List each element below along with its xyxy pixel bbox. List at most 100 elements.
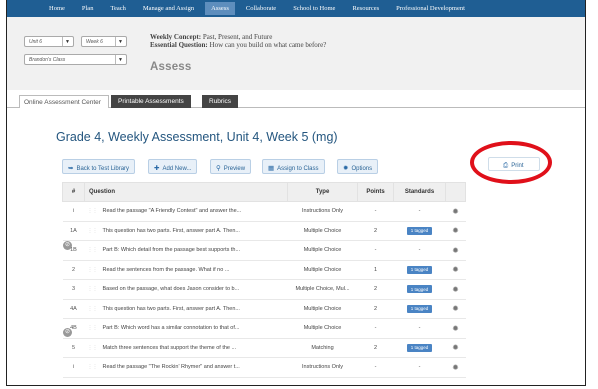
class-select[interactable]: Brandon's Class ▼ bbox=[24, 54, 127, 65]
table-row[interactable]: 1B ⋮⋮ Part B: Which detail from the passag… bbox=[62, 240, 466, 261]
row-gear-icon[interactable]: ✹ bbox=[445, 260, 466, 280]
row-gear-icon[interactable]: ✹ bbox=[445, 279, 466, 300]
standards-cell[interactable]: 1 tagged bbox=[393, 279, 446, 300]
standards-cell: - bbox=[393, 201, 446, 222]
question-points: 2 bbox=[357, 279, 394, 300]
nav-plan[interactable]: Plan bbox=[82, 5, 94, 12]
assign-to-class-button[interactable]: ▦ Assign to Class bbox=[262, 159, 325, 174]
standards-tag[interactable]: 1 tagged bbox=[406, 343, 433, 352]
table-row[interactable]: 2 ⋮⋮ Read the sentences from the passage. … bbox=[62, 260, 466, 280]
nav-collaborate[interactable]: Collaborate bbox=[246, 5, 276, 12]
drag-handle-icon[interactable]: ⋮⋮ bbox=[88, 364, 98, 370]
nav-assess[interactable]: Assess bbox=[205, 2, 235, 15]
question-number: 5 bbox=[62, 338, 85, 358]
tab-rubrics[interactable]: Rubrics bbox=[202, 95, 239, 108]
table-row[interactable]: i ⋮⋮ Read the passage "The Rockin' Rhymer"… bbox=[62, 357, 466, 378]
question-type: Matching bbox=[287, 338, 358, 358]
nav-school-to-home[interactable]: School to Home bbox=[293, 5, 335, 12]
app-frame: Home Plan Teach Manage and Assign Assess… bbox=[6, 0, 586, 386]
column-header-actions bbox=[445, 182, 466, 202]
question-cell[interactable]: ⋮⋮ This question has two parts. First, an… bbox=[84, 221, 288, 241]
tab-bar: Online Assessment Center Printable Asses… bbox=[7, 90, 585, 109]
table-row[interactable]: 1A ⋮⋮ This question has two parts. First, … bbox=[62, 221, 466, 241]
question-text: Read the sentences from the passage. Wha… bbox=[102, 266, 230, 273]
week-select-value: Week 6 bbox=[86, 39, 103, 45]
link-icon[interactable]: ⊘ bbox=[63, 328, 72, 337]
row-gear-icon[interactable]: ✹ bbox=[445, 201, 466, 222]
weekly-concept-block: Weekly Concept: Past, Present, and Futur… bbox=[150, 33, 326, 49]
table-row[interactable]: i ⋮⋮ Read the passage "A Friendly Contest"… bbox=[62, 201, 466, 222]
row-gear-icon[interactable]: ✹ bbox=[445, 357, 466, 378]
question-cell[interactable]: ⋮⋮ This question has two parts. First, an… bbox=[84, 299, 288, 319]
row-gear-icon[interactable]: ✹ bbox=[445, 221, 466, 241]
standards-tag[interactable]: 1 tagged bbox=[406, 265, 433, 274]
standards-cell[interactable]: 1 tagged bbox=[393, 338, 446, 358]
concept-label: Weekly Concept: bbox=[150, 33, 202, 41]
question-cell[interactable]: ⋮⋮ Match three sentences that support the… bbox=[84, 338, 288, 358]
tab-printable-assessments[interactable]: Printable Assessments bbox=[111, 95, 191, 108]
column-header-question: Question bbox=[84, 182, 288, 202]
question-points: - bbox=[357, 318, 394, 339]
nav-resources[interactable]: Resources bbox=[352, 5, 379, 12]
question-points: - bbox=[357, 201, 394, 222]
standards-tag[interactable]: 1 tagged bbox=[406, 226, 433, 235]
printer-icon: ⎙ bbox=[503, 162, 509, 169]
chevron-down-icon: ▼ bbox=[118, 39, 123, 45]
question-cell[interactable]: ⋮⋮ Read the sentences from the passage. W… bbox=[84, 260, 288, 280]
row-gear-icon[interactable]: ✹ bbox=[445, 338, 466, 358]
gear-icon: ✹ bbox=[343, 165, 349, 172]
table-header-row: # Question Type Points Standards bbox=[62, 182, 466, 202]
question-points: - bbox=[357, 357, 394, 378]
print-button[interactable]: ⎙ Print bbox=[488, 157, 540, 171]
standards-cell[interactable]: 1 tagged bbox=[393, 260, 446, 280]
options-button[interactable]: ✹ Options bbox=[337, 159, 379, 174]
table-row[interactable]: 5 ⋮⋮ Match three sentences that support th… bbox=[62, 338, 466, 358]
question-text: Read the passage "The Rockin' Rhymer" an… bbox=[102, 364, 240, 371]
question-text: Based on the passage, what does Jason co… bbox=[102, 286, 240, 293]
unit-select-value: Unit 6 bbox=[29, 39, 43, 45]
chevron-down-icon: ▼ bbox=[118, 57, 123, 63]
nav-manage-and-assign[interactable]: Manage and Assign bbox=[143, 5, 194, 12]
question-cell[interactable]: ⋮⋮ Read the passage "A Friendly Contest" … bbox=[84, 201, 288, 222]
question-points: 1 bbox=[357, 260, 394, 280]
question-cell[interactable]: ⋮⋮ Based on the passage, what does Jason … bbox=[84, 279, 288, 300]
row-gear-icon[interactable]: ✹ bbox=[445, 318, 466, 339]
week-select[interactable]: Week 6 ▼ bbox=[81, 36, 127, 47]
drag-handle-icon[interactable]: ⋮⋮ bbox=[88, 267, 98, 273]
question-cell[interactable]: ⋮⋮ Part B: Which detail from the passage … bbox=[84, 240, 288, 261]
unit-select[interactable]: Unit 6 ▼ bbox=[24, 36, 74, 47]
standards-cell[interactable]: 1 tagged bbox=[393, 221, 446, 241]
drag-handle-icon[interactable]: ⋮⋮ bbox=[88, 208, 98, 214]
standards-tag[interactable]: 1 tagged bbox=[406, 304, 433, 313]
row-gear-icon[interactable]: ✹ bbox=[445, 240, 466, 261]
table-row[interactable]: 4A ⋮⋮ This question has two parts. First, … bbox=[62, 299, 466, 319]
question-type: Multiple Choice bbox=[287, 221, 358, 241]
drag-handle-icon[interactable]: ⋮⋮ bbox=[88, 325, 98, 331]
question-type: Multiple Choice bbox=[287, 240, 358, 261]
back-button-label: Back to Test Library bbox=[76, 166, 130, 172]
preview-button[interactable]: ⚲ Preview bbox=[210, 159, 252, 174]
question-cell[interactable]: ⋮⋮ Part B: Which word has a similar conno… bbox=[84, 318, 288, 339]
table-row[interactable]: 3 ⋮⋮ Based on the passage, what does Jason… bbox=[62, 279, 466, 300]
chevron-down-icon: ▼ bbox=[65, 39, 70, 45]
assign-button-label: Assign to Class bbox=[277, 166, 319, 172]
table-row[interactable]: 4B ⋮⋮ Part B: Which word has a similar con… bbox=[62, 318, 466, 339]
standards-cell[interactable]: 1 tagged bbox=[393, 299, 446, 319]
drag-handle-icon[interactable]: ⋮⋮ bbox=[88, 247, 98, 253]
link-icon[interactable]: ⊘ bbox=[63, 241, 72, 250]
tab-online-assessment-center[interactable]: Online Assessment Center bbox=[19, 95, 109, 109]
drag-handle-icon[interactable]: ⋮⋮ bbox=[88, 345, 98, 351]
drag-handle-icon[interactable]: ⋮⋮ bbox=[88, 306, 98, 312]
standards-tag[interactable]: 1 tagged bbox=[406, 285, 433, 294]
row-gear-icon[interactable]: ✹ bbox=[445, 299, 466, 319]
drag-handle-icon[interactable]: ⋮⋮ bbox=[88, 228, 98, 234]
nav-home[interactable]: Home bbox=[49, 5, 65, 12]
nav-professional-development[interactable]: Professional Development bbox=[396, 5, 465, 12]
drag-handle-icon[interactable]: ⋮⋮ bbox=[88, 286, 98, 292]
back-to-test-library-button[interactable]: ➥ Back to Test Library bbox=[62, 159, 136, 174]
select-divider bbox=[115, 55, 116, 64]
question-value: How can you build on what came before? bbox=[209, 41, 327, 49]
add-new-button[interactable]: ✚ Add New... bbox=[148, 159, 198, 174]
nav-teach[interactable]: Teach bbox=[110, 5, 125, 12]
question-cell[interactable]: ⋮⋮ Read the passage "The Rockin' Rhymer" … bbox=[84, 357, 288, 378]
